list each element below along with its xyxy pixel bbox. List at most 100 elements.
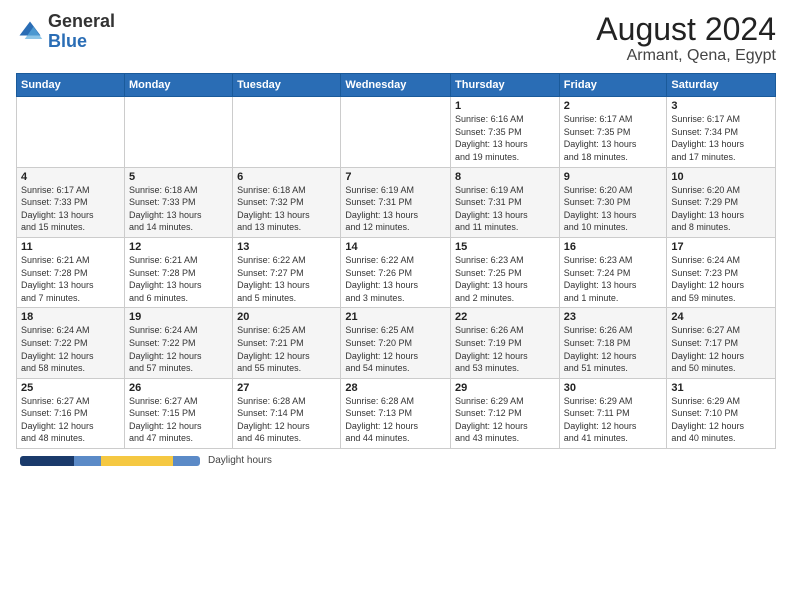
calendar-header: SundayMondayTuesdayWednesdayThursdayFrid…	[17, 74, 776, 97]
day-number: 12	[129, 241, 228, 253]
logo-general: General	[48, 11, 115, 31]
calendar-cell: 6Sunrise: 6:18 AM Sunset: 7:32 PM Daylig…	[233, 167, 341, 237]
day-info: Sunrise: 6:24 AM Sunset: 7:22 PM Dayligh…	[129, 324, 228, 374]
day-number: 23	[564, 311, 663, 323]
day-number: 22	[455, 311, 555, 323]
calendar-cell: 17Sunrise: 6:24 AM Sunset: 7:23 PM Dayli…	[667, 237, 776, 307]
calendar-cell: 24Sunrise: 6:27 AM Sunset: 7:17 PM Dayli…	[667, 308, 776, 378]
week-row-0: 1Sunrise: 6:16 AM Sunset: 7:35 PM Daylig…	[17, 97, 776, 167]
calendar-cell: 22Sunrise: 6:26 AM Sunset: 7:19 PM Dayli…	[451, 308, 560, 378]
calendar-cell: 2Sunrise: 6:17 AM Sunset: 7:35 PM Daylig…	[559, 97, 667, 167]
col-header-wednesday: Wednesday	[341, 74, 451, 97]
day-info: Sunrise: 6:23 AM Sunset: 7:24 PM Dayligh…	[564, 254, 663, 304]
footer: Daylight hours	[16, 455, 776, 466]
calendar-cell: 13Sunrise: 6:22 AM Sunset: 7:27 PM Dayli…	[233, 237, 341, 307]
day-number: 28	[345, 382, 446, 394]
calendar-cell: 12Sunrise: 6:21 AM Sunset: 7:28 PM Dayli…	[124, 237, 232, 307]
day-info: Sunrise: 6:17 AM Sunset: 7:33 PM Dayligh…	[21, 184, 120, 234]
calendar-cell: 19Sunrise: 6:24 AM Sunset: 7:22 PM Dayli…	[124, 308, 232, 378]
calendar: SundayMondayTuesdayWednesdayThursdayFrid…	[16, 73, 776, 449]
day-info: Sunrise: 6:27 AM Sunset: 7:15 PM Dayligh…	[129, 395, 228, 445]
day-number: 25	[21, 382, 120, 394]
day-number: 2	[564, 100, 663, 112]
day-info: Sunrise: 6:25 AM Sunset: 7:21 PM Dayligh…	[237, 324, 336, 374]
day-number: 8	[455, 171, 555, 183]
day-number: 17	[671, 241, 771, 253]
day-info: Sunrise: 6:22 AM Sunset: 7:26 PM Dayligh…	[345, 254, 446, 304]
day-number: 7	[345, 171, 446, 183]
calendar-cell: 23Sunrise: 6:26 AM Sunset: 7:18 PM Dayli…	[559, 308, 667, 378]
day-number: 18	[21, 311, 120, 323]
day-number: 20	[237, 311, 336, 323]
col-header-monday: Monday	[124, 74, 232, 97]
col-header-friday: Friday	[559, 74, 667, 97]
calendar-cell: 3Sunrise: 6:17 AM Sunset: 7:34 PM Daylig…	[667, 97, 776, 167]
calendar-body: 1Sunrise: 6:16 AM Sunset: 7:35 PM Daylig…	[17, 97, 776, 449]
calendar-cell: 29Sunrise: 6:29 AM Sunset: 7:12 PM Dayli…	[451, 378, 560, 448]
day-number: 10	[671, 171, 771, 183]
calendar-cell: 26Sunrise: 6:27 AM Sunset: 7:15 PM Dayli…	[124, 378, 232, 448]
day-info: Sunrise: 6:20 AM Sunset: 7:30 PM Dayligh…	[564, 184, 663, 234]
twilight2-segment	[173, 456, 200, 466]
day-info: Sunrise: 6:29 AM Sunset: 7:10 PM Dayligh…	[671, 395, 771, 445]
calendar-cell: 5Sunrise: 6:18 AM Sunset: 7:33 PM Daylig…	[124, 167, 232, 237]
day-info: Sunrise: 6:21 AM Sunset: 7:28 PM Dayligh…	[129, 254, 228, 304]
day-info: Sunrise: 6:18 AM Sunset: 7:33 PM Dayligh…	[129, 184, 228, 234]
calendar-cell: 30Sunrise: 6:29 AM Sunset: 7:11 PM Dayli…	[559, 378, 667, 448]
logo-text: General Blue	[48, 12, 115, 52]
header-row: SundayMondayTuesdayWednesdayThursdayFrid…	[17, 74, 776, 97]
calendar-cell: 15Sunrise: 6:23 AM Sunset: 7:25 PM Dayli…	[451, 237, 560, 307]
calendar-cell: 1Sunrise: 6:16 AM Sunset: 7:35 PM Daylig…	[451, 97, 560, 167]
day-info: Sunrise: 6:21 AM Sunset: 7:28 PM Dayligh…	[21, 254, 120, 304]
day-info: Sunrise: 6:24 AM Sunset: 7:22 PM Dayligh…	[21, 324, 120, 374]
day-number: 15	[455, 241, 555, 253]
calendar-cell: 21Sunrise: 6:25 AM Sunset: 7:20 PM Dayli…	[341, 308, 451, 378]
day-number: 6	[237, 171, 336, 183]
day-number: 4	[21, 171, 120, 183]
day-number: 29	[455, 382, 555, 394]
logo-icon	[16, 18, 44, 46]
day-info: Sunrise: 6:27 AM Sunset: 7:17 PM Dayligh…	[671, 324, 771, 374]
calendar-cell: 18Sunrise: 6:24 AM Sunset: 7:22 PM Dayli…	[17, 308, 125, 378]
week-row-1: 4Sunrise: 6:17 AM Sunset: 7:33 PM Daylig…	[17, 167, 776, 237]
day-info: Sunrise: 6:16 AM Sunset: 7:35 PM Dayligh…	[455, 113, 555, 163]
day-info: Sunrise: 6:19 AM Sunset: 7:31 PM Dayligh…	[345, 184, 446, 234]
title-block: August 2024 Armant, Qena, Egypt	[596, 12, 776, 65]
col-header-thursday: Thursday	[451, 74, 560, 97]
day-info: Sunrise: 6:23 AM Sunset: 7:25 PM Dayligh…	[455, 254, 555, 304]
calendar-cell: 4Sunrise: 6:17 AM Sunset: 7:33 PM Daylig…	[17, 167, 125, 237]
page-title: August 2024	[596, 12, 776, 47]
day-number: 31	[671, 382, 771, 394]
night-segment	[20, 456, 74, 466]
day-number: 3	[671, 100, 771, 112]
day-number: 21	[345, 311, 446, 323]
day-number: 26	[129, 382, 228, 394]
day-info: Sunrise: 6:28 AM Sunset: 7:13 PM Dayligh…	[345, 395, 446, 445]
day-number: 19	[129, 311, 228, 323]
logo: General Blue	[16, 12, 115, 52]
calendar-cell: 31Sunrise: 6:29 AM Sunset: 7:10 PM Dayli…	[667, 378, 776, 448]
calendar-cell: 14Sunrise: 6:22 AM Sunset: 7:26 PM Dayli…	[341, 237, 451, 307]
day-number: 27	[237, 382, 336, 394]
day-number: 13	[237, 241, 336, 253]
week-row-2: 11Sunrise: 6:21 AM Sunset: 7:28 PM Dayli…	[17, 237, 776, 307]
day-info: Sunrise: 6:25 AM Sunset: 7:20 PM Dayligh…	[345, 324, 446, 374]
day-number: 14	[345, 241, 446, 253]
day-info: Sunrise: 6:18 AM Sunset: 7:32 PM Dayligh…	[237, 184, 336, 234]
calendar-cell	[17, 97, 125, 167]
day-info: Sunrise: 6:19 AM Sunset: 7:31 PM Dayligh…	[455, 184, 555, 234]
day-info: Sunrise: 6:29 AM Sunset: 7:12 PM Dayligh…	[455, 395, 555, 445]
day-number: 11	[21, 241, 120, 253]
day-info: Sunrise: 6:29 AM Sunset: 7:11 PM Dayligh…	[564, 395, 663, 445]
calendar-cell: 7Sunrise: 6:19 AM Sunset: 7:31 PM Daylig…	[341, 167, 451, 237]
day-info: Sunrise: 6:17 AM Sunset: 7:34 PM Dayligh…	[671, 113, 771, 163]
col-header-saturday: Saturday	[667, 74, 776, 97]
calendar-cell: 9Sunrise: 6:20 AM Sunset: 7:30 PM Daylig…	[559, 167, 667, 237]
day-number: 16	[564, 241, 663, 253]
page-subtitle: Armant, Qena, Egypt	[596, 47, 776, 65]
day-info: Sunrise: 6:22 AM Sunset: 7:27 PM Dayligh…	[237, 254, 336, 304]
col-header-tuesday: Tuesday	[233, 74, 341, 97]
daylight-label: Daylight hours	[208, 455, 272, 466]
header: General Blue August 2024 Armant, Qena, E…	[16, 12, 776, 65]
day-info: Sunrise: 6:20 AM Sunset: 7:29 PM Dayligh…	[671, 184, 771, 234]
